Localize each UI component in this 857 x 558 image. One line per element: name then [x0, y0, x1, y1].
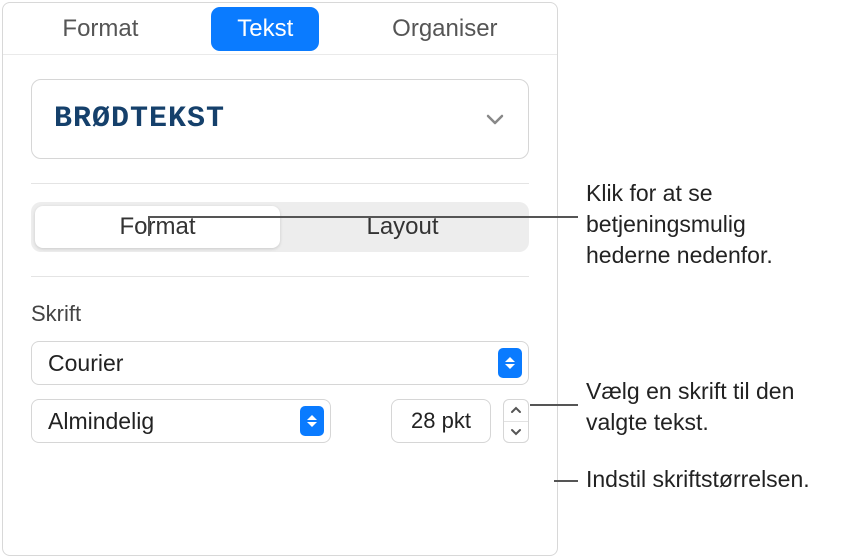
subtab-format[interactable]: Format [35, 206, 280, 248]
font-family-row: Courier [31, 341, 529, 385]
font-weight-select[interactable]: Almindelig [31, 399, 331, 443]
paragraph-style-label: BRØDTEKST [54, 102, 225, 136]
font-section-label: Skrift [31, 301, 529, 327]
callout-leader [530, 404, 578, 406]
tab-organiser[interactable]: Organiser [366, 7, 523, 51]
callout-leader [148, 216, 578, 218]
updown-icon [300, 406, 324, 436]
callout-font-size: Indstil skriftstørrelsen. [586, 464, 836, 495]
font-size-stepper[interactable] [503, 399, 529, 443]
stepper-up[interactable] [504, 400, 528, 422]
callout-leader [554, 480, 578, 482]
font-family-select[interactable]: Courier [31, 341, 529, 385]
divider [31, 183, 529, 184]
main-tab-bar: Format Tekst Organiser [3, 3, 557, 55]
inspector-panel: Format Tekst Organiser BRØDTEKST Format … [2, 2, 558, 556]
subtab-layout[interactable]: Layout [280, 206, 525, 248]
divider [31, 276, 529, 277]
font-weight-size-row: Almindelig 28 pkt [31, 399, 529, 443]
tab-format[interactable]: Format [36, 7, 164, 51]
callout-font-family: Vælg en skrift til den valgte tekst. [586, 376, 846, 438]
chevron-down-icon [484, 108, 506, 130]
font-family-value: Courier [48, 350, 123, 377]
callout-leader [148, 216, 150, 236]
font-size-value: 28 pkt [411, 408, 471, 434]
callout-subtab: Klik for at se betjeningsmulig hederne n… [586, 178, 836, 271]
sub-tab-bar: Format Layout [31, 202, 529, 252]
tab-tekst[interactable]: Tekst [211, 7, 319, 51]
paragraph-style-select[interactable]: BRØDTEKST [31, 79, 529, 159]
font-weight-value: Almindelig [48, 408, 154, 435]
stepper-down[interactable] [504, 422, 528, 443]
font-size-input[interactable]: 28 pkt [391, 399, 491, 443]
updown-icon [498, 348, 522, 378]
